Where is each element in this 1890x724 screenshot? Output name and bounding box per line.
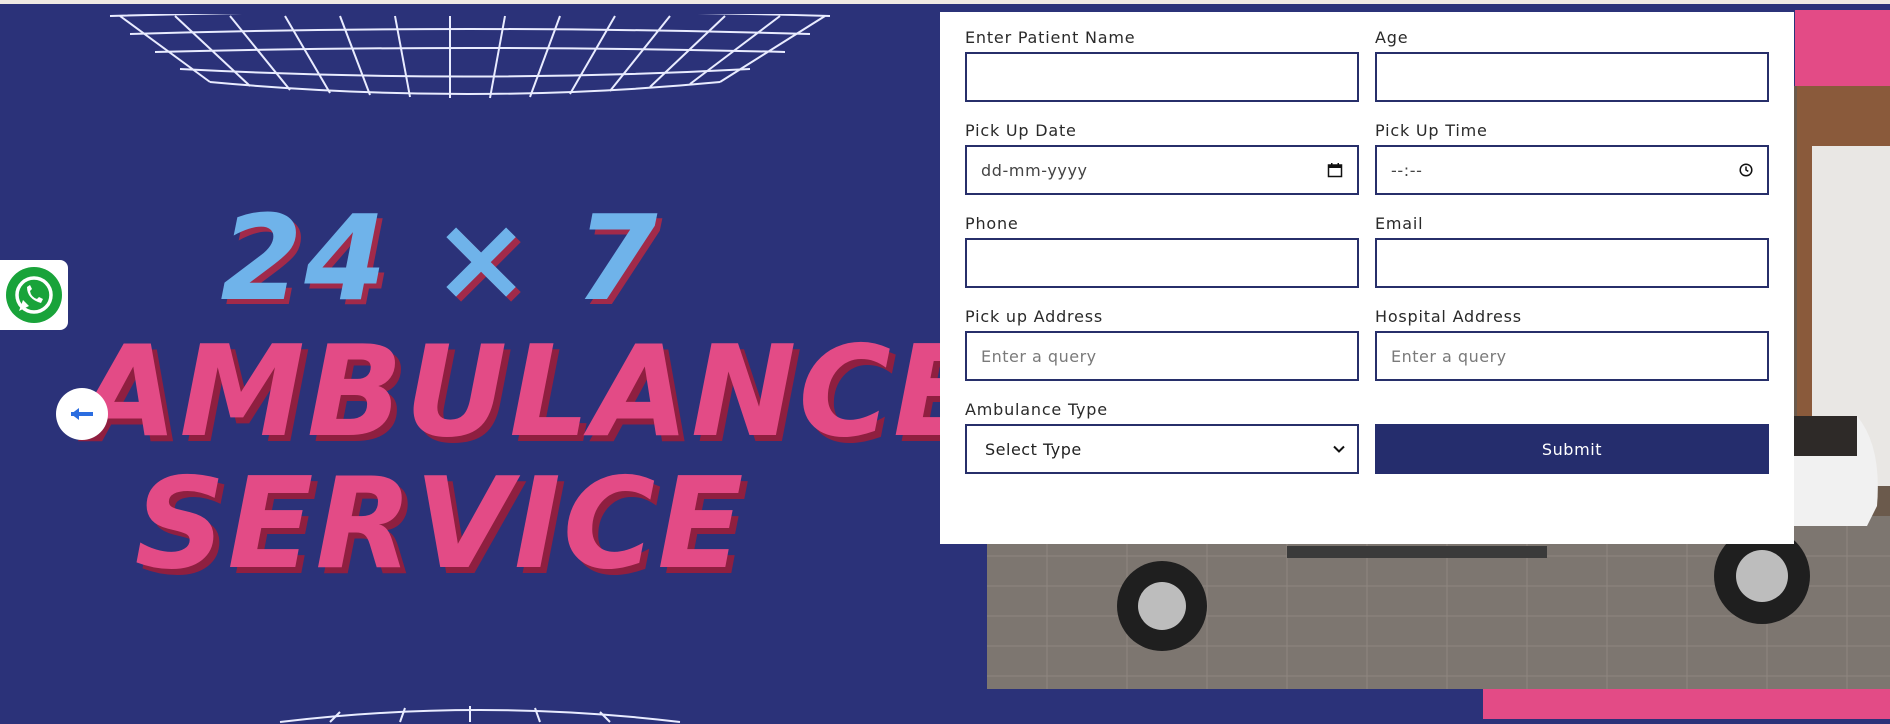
pickup-date-field: Pick Up Date dd-mm-yyyy xyxy=(965,121,1359,195)
form-row-2: Pick Up Date dd-mm-yyyy Pick Up Time --:… xyxy=(965,121,1769,195)
phone-label: Phone xyxy=(965,214,1019,233)
pickup-address-label: Pick up Address xyxy=(965,307,1103,326)
whatsapp-button[interactable] xyxy=(0,260,68,330)
pink-accent-top xyxy=(1795,10,1890,88)
pickup-time-field: Pick Up Time --:-- xyxy=(1375,121,1769,195)
arrow-left-icon xyxy=(71,408,93,420)
email-label: Email xyxy=(1375,214,1424,233)
form-row-3: Phone Email xyxy=(965,214,1769,288)
pink-accent-bottom xyxy=(1483,689,1890,719)
slider-prev-button[interactable] xyxy=(56,388,108,440)
ambulance-type-select[interactable]: Select Type xyxy=(965,424,1359,474)
submit-button[interactable]: Submit xyxy=(1375,424,1769,474)
phone-field: Phone xyxy=(965,214,1359,288)
hospital-address-input[interactable] xyxy=(1375,331,1769,381)
email-input[interactable] xyxy=(1375,238,1769,288)
hero-title-line-1: 24 × 7 xyxy=(220,189,660,327)
chevron-down-icon xyxy=(1333,445,1345,453)
pickup-date-placeholder: dd-mm-yyyy xyxy=(981,160,1088,180)
submit-field: Submit xyxy=(1375,400,1769,474)
patient-name-label: Enter Patient Name xyxy=(965,28,1136,47)
form-row-1: Enter Patient Name Age xyxy=(965,28,1769,102)
pickup-address-field: Pick up Address xyxy=(965,307,1359,381)
email-field: Email xyxy=(1375,214,1769,288)
ambulance-type-field: Ambulance Type Select Type xyxy=(965,400,1359,474)
pickup-time-input[interactable]: --:-- xyxy=(1375,145,1769,195)
pickup-address-input[interactable] xyxy=(965,331,1359,381)
age-input[interactable] xyxy=(1375,52,1769,102)
hero-title-line-3: SERVICE xyxy=(134,450,746,597)
ambulance-type-selected: Select Type xyxy=(985,439,1082,459)
hero-title-line-2: AMBULANCE xyxy=(80,318,982,465)
patient-name-field: Enter Patient Name xyxy=(965,28,1359,102)
wireframe-decoration-bottom xyxy=(279,706,681,723)
wireframe-decoration-top xyxy=(109,14,831,99)
phone-input[interactable] xyxy=(965,238,1359,288)
booking-form: Enter Patient Name Age Pick Up Date dd-m… xyxy=(940,12,1794,544)
clock-icon[interactable] xyxy=(1739,163,1753,177)
age-field: Age xyxy=(1375,28,1769,102)
hospital-address-label: Hospital Address xyxy=(1375,307,1522,326)
form-row-4: Pick up Address Hospital Address xyxy=(965,307,1769,381)
age-label: Age xyxy=(1375,28,1409,47)
ambulance-type-label: Ambulance Type xyxy=(965,400,1108,419)
pickup-date-input[interactable]: dd-mm-yyyy xyxy=(965,145,1359,195)
navy-accent-bottom xyxy=(987,689,1483,719)
patient-name-input[interactable] xyxy=(965,52,1359,102)
pickup-time-label: Pick Up Time xyxy=(1375,121,1488,140)
hospital-address-field: Hospital Address xyxy=(1375,307,1769,381)
pickup-time-placeholder: --:-- xyxy=(1391,160,1423,180)
hero-title: 24 × 7 AMBULANCE SERVICE xyxy=(80,189,982,597)
pickup-date-label: Pick Up Date xyxy=(965,121,1077,140)
whatsapp-icon xyxy=(6,267,62,323)
calendar-icon[interactable] xyxy=(1327,162,1343,178)
form-row-5: Ambulance Type Select Type Submit xyxy=(965,400,1769,474)
